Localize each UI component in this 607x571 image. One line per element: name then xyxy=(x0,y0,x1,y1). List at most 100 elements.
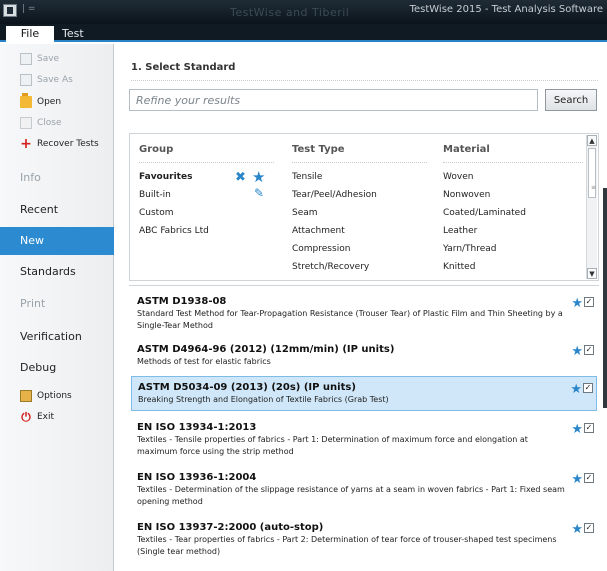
exit-command[interactable]: ⏻ Exit xyxy=(20,410,54,424)
result-item[interactable]: EN ISO 13934-1:2013 Textiles - Tensile p… xyxy=(131,417,597,462)
favourite-star-icon[interactable]: ★ xyxy=(571,472,583,487)
save-icon xyxy=(20,53,32,65)
scroll-up-arrow-icon[interactable]: ▲ xyxy=(587,135,597,146)
sidebar-item-debug[interactable]: Debug xyxy=(0,354,114,382)
power-icon: ⏻ xyxy=(21,410,31,424)
select-checkbox[interactable]: ✓ xyxy=(583,383,593,393)
test-type-item-stretch[interactable]: Stretch/Recovery xyxy=(292,260,369,274)
search-button[interactable]: Search xyxy=(545,89,597,111)
filter-panel: Group Test Type Material Favourites Buil… xyxy=(129,133,599,281)
result-item-selected[interactable]: ASTM D5034-09 (2013) (20s) (IP units) Br… xyxy=(131,376,597,411)
material-column-header: Material xyxy=(443,144,490,155)
select-checkbox[interactable]: ✓ xyxy=(584,297,594,307)
options-label: Options xyxy=(37,391,72,401)
sidebar-item-recent[interactable]: Recent xyxy=(0,196,114,224)
material-item-yarn[interactable]: Yarn/Thread xyxy=(443,242,497,256)
grip-icon: ≡ xyxy=(591,184,597,191)
options-command[interactable]: Options xyxy=(20,389,72,403)
app-icon[interactable] xyxy=(3,4,17,17)
menu-file-tab[interactable]: File xyxy=(6,26,54,42)
select-checkbox[interactable]: ✓ xyxy=(584,423,594,433)
select-standard-panel: 1. Select Standard Search Group Test Typ… xyxy=(115,44,607,571)
recover-tests-label: Recover Tests xyxy=(37,139,99,149)
scroll-thumb[interactable]: ≡ xyxy=(588,148,596,198)
backstage-sidebar: Save Save As Open Close + Recover Tests … xyxy=(0,44,114,571)
favourite-star-icon[interactable]: ★ xyxy=(570,382,582,397)
results-list: ASTM D1938-08 Standard Test Method for T… xyxy=(129,285,599,571)
title-divider xyxy=(131,80,598,81)
result-description: Breaking Strength and Elongation of Text… xyxy=(138,395,389,404)
favourite-star-icon[interactable]: ★ xyxy=(252,168,265,186)
material-item-nonwoven[interactable]: Nonwoven xyxy=(443,188,490,202)
material-item-coated[interactable]: Coated/Laminated xyxy=(443,206,526,220)
result-code: ASTM D5034-09 (2013) (20s) (IP units) xyxy=(138,382,356,393)
select-checkbox[interactable]: ✓ xyxy=(584,523,594,533)
result-description: Textiles - Determination of the slippage… xyxy=(137,485,565,506)
save-command[interactable]: Save xyxy=(20,52,59,66)
result-code: ASTM D4964-96 (2012) (12mm/min) (IP unit… xyxy=(137,344,395,355)
group-item-custom[interactable]: Custom xyxy=(139,206,173,220)
group-item-favourites[interactable]: Favourites xyxy=(139,170,192,184)
test-type-item-attachment[interactable]: Attachment xyxy=(292,224,345,238)
test-type-item-compression[interactable]: Compression xyxy=(292,242,350,256)
result-item[interactable]: ASTM D1938-08 Standard Test Method for T… xyxy=(131,291,597,336)
favourite-star-icon[interactable]: ★ xyxy=(571,422,583,437)
recover-tests-command[interactable]: + Recover Tests xyxy=(20,137,99,151)
result-item[interactable]: ASTM D4964-96 (2012) (12mm/min) (IP unit… xyxy=(131,339,597,372)
select-checkbox[interactable]: ✓ xyxy=(584,345,594,355)
group-column-header: Group xyxy=(139,144,174,155)
material-item-leather[interactable]: Leather xyxy=(443,224,477,238)
result-description: Methods of test for elastic fabrics xyxy=(137,357,271,366)
material-item-knitted[interactable]: Knitted xyxy=(443,260,475,274)
sidebar-item-new[interactable]: New xyxy=(0,227,114,255)
menu-test-tab[interactable]: Test xyxy=(62,26,84,42)
scroll-down-arrow-icon[interactable]: ▼ xyxy=(587,268,597,279)
search-input[interactable] xyxy=(129,89,538,111)
favourite-star-icon[interactable]: ★ xyxy=(571,296,583,311)
sidebar-item-print[interactable]: Print xyxy=(0,290,114,318)
title-bar: | = TestWise and Tiberil TestWise 2015 -… xyxy=(0,0,607,24)
select-checkbox[interactable]: ✓ xyxy=(584,473,594,483)
remove-favourite-icon[interactable]: ✖ xyxy=(235,170,246,185)
group-item-built-in[interactable]: Built-in xyxy=(139,188,171,202)
group-item-abc-fabrics[interactable]: ABC Fabrics Ltd xyxy=(139,224,209,238)
result-code: EN ISO 13934-1:2013 xyxy=(137,422,257,433)
save-as-command[interactable]: Save As xyxy=(20,73,73,87)
close-label: Close xyxy=(37,118,62,128)
save-as-label: Save As xyxy=(37,75,73,85)
close-command[interactable]: Close xyxy=(20,116,62,130)
folder-open-icon xyxy=(20,93,32,108)
result-code: ASTM D1938-08 xyxy=(137,296,227,307)
test-type-item-seam[interactable]: Seam xyxy=(292,206,318,220)
result-item[interactable]: EN ISO 13937-2:2000 (auto-stop) Textiles… xyxy=(131,517,597,562)
plus-icon: + xyxy=(20,136,32,152)
sidebar-item-info[interactable]: Info xyxy=(0,164,114,192)
section-title: 1. Select Standard xyxy=(131,62,236,73)
open-command[interactable]: Open xyxy=(20,93,62,109)
material-item-woven[interactable]: Woven xyxy=(443,170,473,184)
filter-scrollbar[interactable]: ▲ ≡ ▼ xyxy=(586,135,597,279)
sidebar-item-standards[interactable]: Standards xyxy=(0,258,114,286)
test-type-item-tensile[interactable]: Tensile xyxy=(292,170,322,184)
test-type-item-tear[interactable]: Tear/Peel/Adhesion xyxy=(292,188,377,202)
ghost-title-text: TestWise and Tiberil xyxy=(230,6,350,19)
material-header-divider xyxy=(443,162,583,163)
test-type-column-header: Test Type xyxy=(292,144,345,155)
favourite-star-icon[interactable]: ★ xyxy=(571,522,583,537)
open-label: Open xyxy=(37,97,62,107)
result-description: Standard Test Method for Tear-Propagatio… xyxy=(137,309,563,330)
test-type-header-divider xyxy=(292,162,427,163)
sidebar-item-verification[interactable]: Verification xyxy=(0,323,114,351)
options-icon xyxy=(20,390,32,402)
result-description: Textiles - Tear properties of fabrics - … xyxy=(137,535,557,556)
edit-pencil-icon[interactable]: ✎ xyxy=(254,186,264,200)
result-code: EN ISO 13937-2:2000 (auto-stop) xyxy=(137,522,324,533)
quick-access-toolbar[interactable]: | = xyxy=(22,4,35,14)
window-edge xyxy=(603,188,607,408)
result-code: EN ISO 13936-1:2004 xyxy=(137,472,257,483)
result-item[interactable]: EN ISO 13936-1:2004 Textiles - Determina… xyxy=(131,467,597,512)
favourite-star-icon[interactable]: ★ xyxy=(571,344,583,359)
menu-bar: File Test xyxy=(0,24,607,42)
close-file-icon xyxy=(20,117,32,129)
save-label: Save xyxy=(37,54,60,64)
